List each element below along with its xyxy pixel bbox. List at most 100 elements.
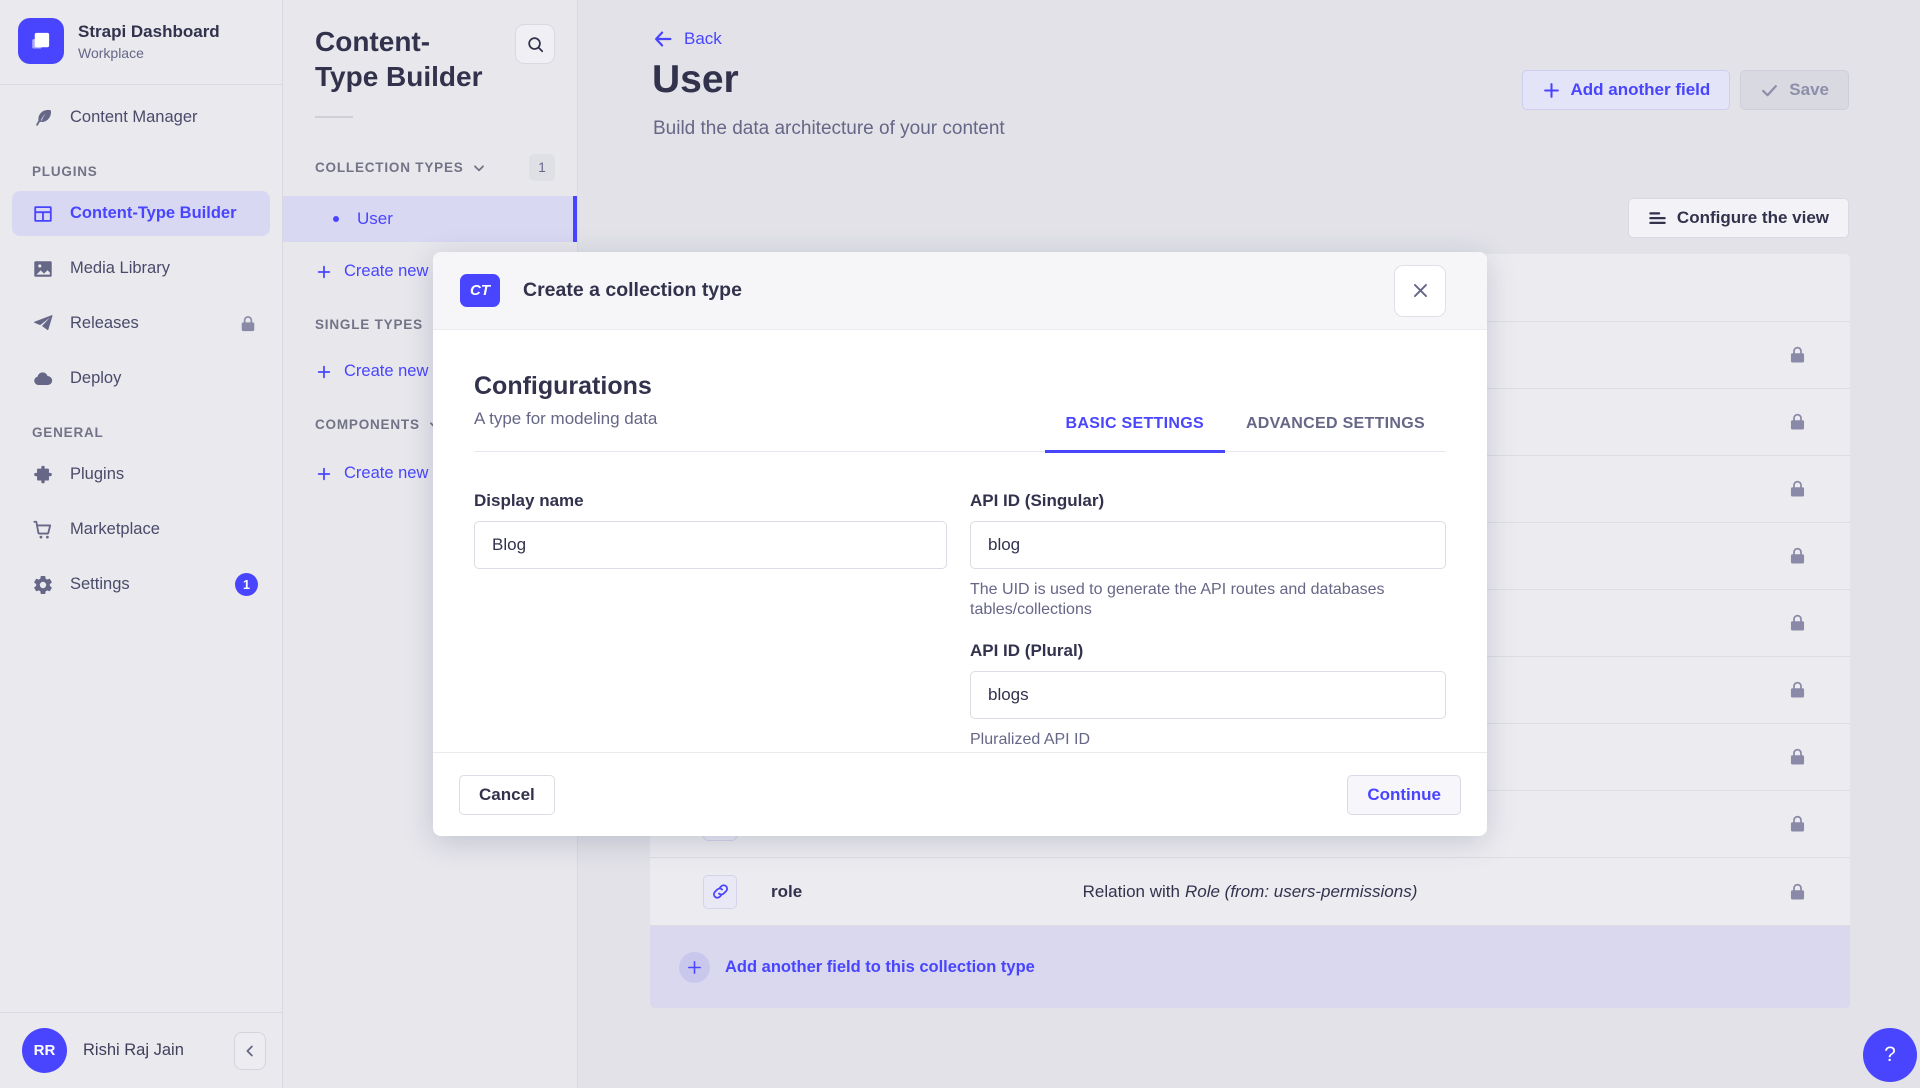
lock-icon: [1787, 613, 1808, 634]
configure-view-label: Configure the view: [1677, 208, 1829, 228]
sidebar-item-settings[interactable]: Settings 1: [12, 562, 270, 607]
arrow-left-icon: [652, 28, 674, 50]
plus-circle-icon: [679, 952, 710, 983]
sidebar-item-label: Content-Type Builder: [70, 204, 258, 223]
collection-types-section-header[interactable]: COLLECTION TYPES 1: [283, 154, 577, 181]
lock-icon: [1787, 546, 1808, 567]
collection-type-item-user[interactable]: User: [283, 196, 577, 242]
sidebar-item-content-type-builder[interactable]: Content-Type Builder: [12, 191, 270, 236]
close-icon: [1411, 281, 1430, 300]
add-field-row[interactable]: Add another field to this collection typ…: [650, 926, 1850, 1008]
lock-icon: [1787, 345, 1808, 366]
image-icon: [32, 258, 54, 280]
section-label: SINGLE TYPES: [315, 317, 423, 332]
sidebar-item-label: Plugins: [70, 465, 258, 484]
plus-icon: [1542, 81, 1561, 100]
lock-icon: [1787, 680, 1808, 701]
api-id-singular-input[interactable]: [970, 521, 1446, 569]
strapi-logo-icon: [18, 18, 64, 64]
sidebar-item-label: Deploy: [70, 369, 258, 388]
chevron-left-icon: [241, 1042, 259, 1060]
add-field-row-label: Add another field to this collection typ…: [725, 958, 1035, 977]
feather-icon: [32, 107, 54, 129]
sidebar-item-label: Marketplace: [70, 520, 258, 539]
sidebar-item-releases[interactable]: Releases: [12, 301, 270, 346]
sidebar-item-media-library[interactable]: Media Library: [12, 246, 270, 291]
sidebar-item-content-manager[interactable]: Content Manager: [12, 95, 270, 140]
sidebar-user-footer: RR Rishi Raj Jain: [0, 1012, 282, 1088]
content-type-badge: CT: [460, 274, 500, 307]
save-button[interactable]: Save: [1740, 70, 1849, 110]
plus-icon: [316, 364, 332, 380]
lock-icon: [1787, 479, 1808, 500]
back-link[interactable]: Back: [652, 28, 722, 50]
workspace-switcher[interactable]: Strapi Dashboard Workplace: [0, 0, 282, 84]
sidebar-item-label: Content Manager: [70, 108, 258, 127]
lock-icon: [1787, 881, 1808, 902]
relation-field-icon: [703, 875, 737, 909]
sidebar-item-deploy[interactable]: Deploy: [12, 356, 270, 401]
nav-section-label: GENERAL: [12, 425, 270, 440]
sidebar-item-label: Settings: [70, 575, 219, 594]
send-icon: [32, 313, 54, 335]
bullet-icon: [333, 216, 339, 222]
lock-icon: [1787, 814, 1808, 835]
field-name: role: [771, 882, 802, 902]
section-label: COMPONENTS: [315, 417, 420, 432]
display-name-input[interactable]: [474, 521, 947, 569]
display-name-label: Display name: [474, 491, 947, 511]
settings-tabs: BASIC SETTINGS ADVANCED SETTINGS: [1045, 401, 1446, 451]
check-icon: [1760, 81, 1779, 100]
plus-icon: [316, 264, 332, 280]
page-subtitle: Build the data architecture of your cont…: [653, 118, 1005, 140]
field-type: Relation withRole (from: users-permissio…: [1083, 882, 1418, 902]
sidebar-item-marketplace[interactable]: Marketplace: [12, 507, 270, 552]
search-icon: [526, 35, 545, 54]
panel-title: Content-Type Builder: [315, 24, 485, 94]
back-label: Back: [684, 29, 722, 49]
modal-title: Create a collection type: [523, 279, 1394, 302]
title-rule: [315, 116, 353, 118]
api-id-singular-label: API ID (Singular): [970, 491, 1446, 511]
sidebar-nav: Content Manager PLUGINS Content-Type Bui…: [0, 85, 282, 1012]
lock-icon: [238, 314, 258, 334]
cancel-button[interactable]: Cancel: [459, 775, 555, 815]
cart-icon: [32, 519, 54, 541]
help-button[interactable]: ?: [1863, 1028, 1917, 1082]
layout-icon: [32, 203, 54, 225]
cloud-icon: [32, 368, 54, 390]
api-id-plural-label: API ID (Plural): [970, 641, 1446, 661]
app-sidebar: Strapi Dashboard Workplace Content Manag…: [0, 0, 283, 1088]
api-id-singular-help: The UID is used to generate the API rout…: [970, 580, 1400, 620]
modal-header: CT Create a collection type: [433, 252, 1487, 330]
api-id-plural-input[interactable]: [970, 671, 1446, 719]
chevron-down-icon: [472, 161, 486, 175]
collapse-sidebar-button[interactable]: [234, 1032, 266, 1070]
configure-the-view-button[interactable]: Configure the view: [1628, 198, 1849, 238]
create-collection-type-modal: CT Create a collection type Configuratio…: [433, 252, 1487, 836]
lock-icon: [1787, 747, 1808, 768]
plus-icon: [316, 466, 332, 482]
tab-basic-settings[interactable]: BASIC SETTINGS: [1045, 401, 1225, 453]
sidebar-item-plugins[interactable]: Plugins: [12, 452, 270, 497]
search-button[interactable]: [515, 24, 555, 64]
add-another-field-button[interactable]: Add another field: [1522, 70, 1731, 110]
field-row-role[interactable]: role Relation withRole (from: users-perm…: [650, 858, 1850, 926]
lock-icon: [1787, 412, 1808, 433]
collection-types-count-badge: 1: [529, 154, 555, 181]
close-modal-button[interactable]: [1394, 265, 1446, 317]
sidebar-item-label: Media Library: [70, 259, 258, 278]
add-field-label: Add another field: [1571, 80, 1711, 100]
avatar[interactable]: RR: [22, 1028, 67, 1073]
nav-section-label: PLUGINS: [12, 164, 270, 179]
configurations-heading: Configurations: [474, 372, 657, 401]
save-label: Save: [1789, 80, 1829, 100]
section-label: COLLECTION TYPES: [315, 160, 464, 175]
workspace-subtitle: Workplace: [78, 45, 220, 61]
tab-advanced-settings[interactable]: ADVANCED SETTINGS: [1225, 401, 1446, 453]
api-id-plural-help: Pluralized API ID: [970, 730, 1400, 750]
workspace-title: Strapi Dashboard: [78, 22, 220, 42]
puzzle-icon: [32, 464, 54, 486]
continue-button[interactable]: Continue: [1347, 775, 1461, 815]
notification-badge: 1: [235, 573, 258, 596]
